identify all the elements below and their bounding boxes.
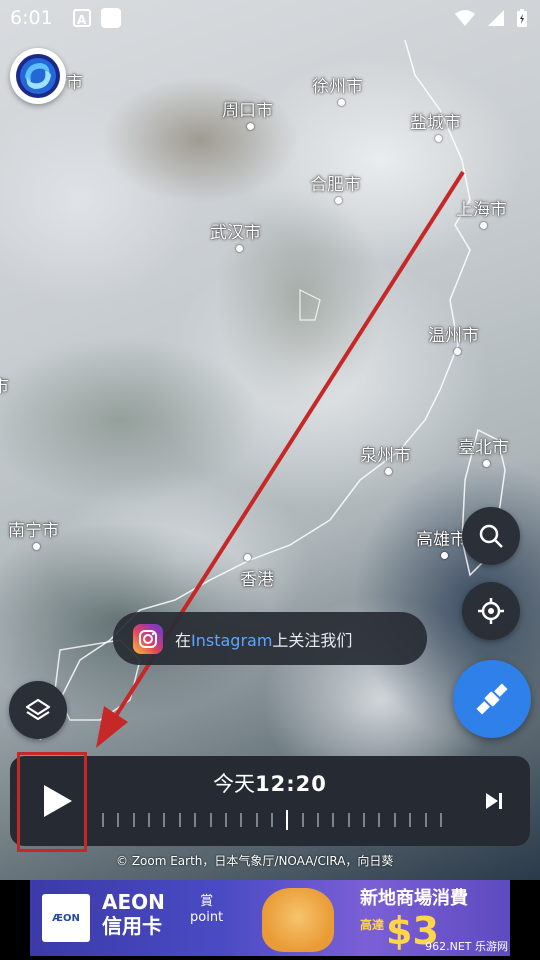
wifi-icon — [455, 10, 475, 26]
timeline-tick — [393, 813, 396, 827]
aeon-logo: ÆON — [42, 894, 90, 942]
city-label-xuzhou: 徐州市 — [312, 77, 363, 97]
timeline-tick — [224, 813, 227, 827]
city-dot — [483, 460, 490, 467]
timeline-tick — [270, 813, 273, 827]
ad-brand-line1: AEON — [102, 890, 165, 914]
crosshair-icon — [478, 598, 504, 624]
instagram-glyph — [139, 629, 157, 648]
city-label-gaoxiong: 高雄市 — [416, 530, 467, 550]
notification-a-icon: A — [72, 9, 91, 27]
toast-brand: Instagram — [191, 630, 273, 650]
satellite-layer-button[interactable] — [453, 660, 531, 738]
city-dot — [247, 123, 254, 130]
city-dot — [338, 99, 345, 106]
timeline-tick — [132, 813, 135, 827]
toast-message: 在Instagram上关注我们 — [175, 627, 352, 651]
ad-container: ÆON AEON 信用卡 賞 point 新地商場消費 高達 $3 962.NE… — [0, 880, 540, 960]
skip-next-button[interactable] — [480, 786, 510, 816]
timeline-tick — [194, 813, 197, 827]
locate-button[interactable] — [462, 582, 520, 640]
timeline-tick — [424, 813, 427, 827]
ad-point-line1: 賞 — [200, 894, 214, 909]
city-label-zhoukou: 周口市 — [222, 101, 273, 121]
toast-prefix: 在 — [175, 630, 192, 650]
battery-icon — [517, 9, 527, 27]
ad-subtitle: 高達 — [360, 918, 385, 932]
ad-point-line2: point — [190, 910, 224, 925]
timeline-tick — [163, 813, 166, 827]
city-dot — [244, 554, 251, 561]
annotation-highlight-box — [17, 752, 87, 852]
time-player-panel: 今天12:20 — [10, 756, 530, 846]
time-value: 12:20 — [255, 772, 327, 796]
timeline-tick — [363, 813, 366, 827]
status-time: 6:01 — [10, 7, 53, 29]
city-label-wenzhou: 温州市 — [428, 326, 479, 346]
day-label: 今天 — [213, 772, 256, 796]
map-credit: © Zoom Earth，日本气象厅/NOAA/CIRA，向日葵 — [116, 854, 394, 868]
search-icon — [479, 524, 503, 548]
skip-next-icon — [486, 793, 502, 809]
timeline-tick — [301, 813, 304, 827]
city-label-hefei: 合肥市 — [310, 175, 361, 195]
timeline-tick — [102, 813, 104, 827]
timeline-tick — [240, 813, 243, 827]
ad-title: 新地商場消費 — [360, 888, 468, 909]
ad-brand: AEON 信用卡 — [102, 890, 165, 938]
city-dot — [335, 197, 342, 204]
satellite-icon — [476, 683, 508, 715]
layers-button[interactable] — [9, 681, 67, 739]
timeline-scrubber[interactable] — [102, 810, 442, 830]
timeline-tick — [178, 813, 181, 827]
instagram-icon — [133, 623, 163, 654]
city-label: 市 — [66, 73, 83, 93]
city-label-nanning: 南宁市 — [8, 521, 59, 541]
timeline-tick — [255, 813, 258, 827]
app-logo[interactable] — [10, 48, 66, 104]
time-label: 今天12:20 — [10, 768, 530, 798]
timeline-tick — [347, 813, 350, 827]
status-bar: 6:01 A — [0, 0, 540, 36]
signal-icon — [488, 10, 504, 26]
notification-app-icon — [100, 8, 121, 28]
city-dot — [385, 468, 392, 475]
ad-point: 賞 point — [190, 894, 223, 926]
city-dot — [236, 245, 243, 252]
timeline-tick — [439, 813, 442, 827]
city-label-wuhan: 武汉市 — [210, 223, 261, 243]
timeline-tick — [332, 813, 335, 827]
city-label-hongkong: 香港 — [240, 570, 274, 590]
toast-suffix: 上关注我们 — [272, 630, 353, 650]
timeline-tick — [148, 813, 151, 827]
city-dot — [480, 222, 487, 229]
timeline-tick — [209, 813, 212, 827]
timeline-tick — [117, 813, 120, 827]
layers-icon — [25, 698, 51, 721]
status-icons — [454, 8, 528, 28]
search-button[interactable] — [462, 507, 520, 565]
city-label-edge: 市 — [0, 377, 9, 397]
ad-brand-line2: 信用卡 — [102, 914, 162, 938]
city-dot — [454, 348, 461, 355]
zoom-earth-logo-icon — [16, 54, 60, 98]
ad-mascot-image — [262, 888, 334, 952]
ad-banner[interactable]: ÆON AEON 信用卡 賞 point 新地商場消費 高達 $3 962.NE… — [30, 880, 510, 956]
city-label-taibei: 臺北市 — [458, 438, 509, 458]
city-dot — [441, 552, 448, 559]
city-dot — [435, 135, 442, 142]
city-label-yancheng: 盐城市 — [410, 113, 461, 133]
city-dot — [33, 543, 40, 550]
city-label-quanzhou: 泉州市 — [360, 446, 411, 466]
timeline-tick — [409, 813, 412, 827]
instagram-follow-toast[interactable]: 在Instagram上关注我们 — [113, 612, 427, 665]
timeline-tick — [378, 813, 381, 827]
city-label-shanghai: 上海市 — [456, 200, 507, 220]
watermark: 962.NET 乐游网 — [425, 940, 508, 953]
timeline-tick — [317, 813, 320, 827]
timeline-current-tick — [286, 810, 289, 830]
